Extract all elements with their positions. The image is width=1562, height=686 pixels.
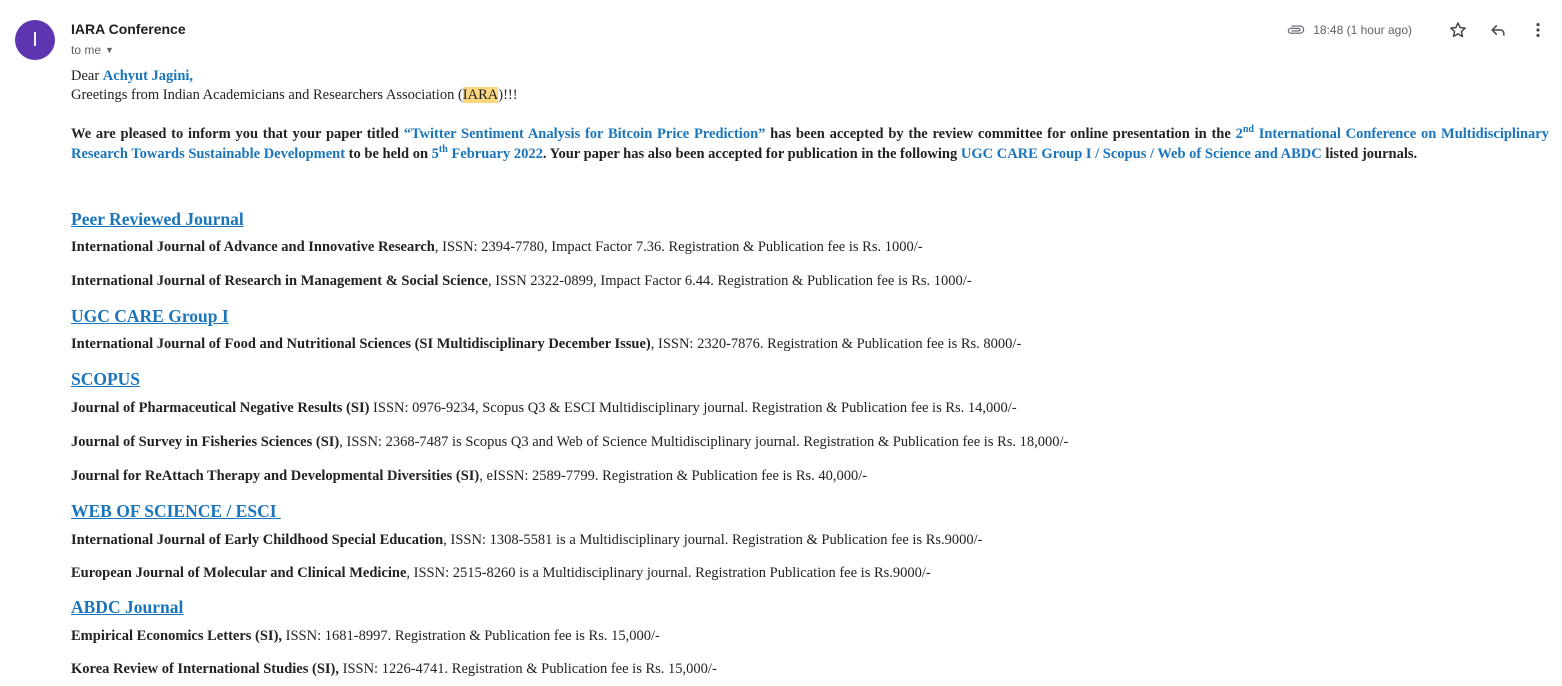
section-title-link[interactable]: WEB OF SCIENCE / ESCI: [71, 502, 281, 521]
section-ugc-care: UGC CARE Group I: [71, 307, 229, 326]
greeting-line-2: Greetings from Indian Academicians and R…: [71, 86, 1549, 105]
section-web-of-science: WEB OF SCIENCE / ESCI: [71, 502, 281, 521]
indexing-groups: UGC CARE Group I / Scopus / Web of Scien…: [960, 146, 1322, 162]
journal-name: International Journal of Research in Man…: [71, 273, 488, 289]
journal-name: International Journal of Food and Nutrit…: [71, 336, 651, 352]
greeting-line: Dear Achyut Jagini,: [71, 67, 1549, 86]
journal-name: Empirical Economics Letters (SI),: [71, 628, 283, 644]
journal-item: International Journal of Food and Nutrit…: [71, 335, 1021, 354]
date-month-year: February 2022: [447, 146, 543, 162]
section-scopus: SCOPUS: [71, 370, 140, 389]
acceptance-text-4: . Your paper has also been accepted for …: [542, 146, 961, 162]
conference-ordinal: nd: [1242, 124, 1254, 135]
journal-item: Korea Review of International Studies (S…: [71, 660, 717, 679]
sender-avatar[interactable]: I: [15, 20, 55, 60]
journal-item: International Journal of Advance and Inn…: [71, 238, 923, 257]
chevron-down-icon: ▼: [105, 45, 114, 55]
reply-icon[interactable]: [1486, 18, 1510, 42]
journal-name: Journal for ReAttach Therapy and Develop…: [71, 468, 480, 484]
greeting-prefix: Dear: [71, 68, 103, 84]
journal-item: International Journal of Early Childhood…: [71, 531, 983, 550]
journal-details: , ISSN 2322-0899, Impact Factor 6.44. Re…: [487, 273, 972, 289]
acceptance-text-3: to be held on: [345, 146, 432, 162]
greeting2-prefix: Greetings from Indian Academicians and R…: [71, 87, 463, 103]
acceptance-paragraph: We are pleased to inform you that your p…: [71, 124, 1549, 164]
section-abdc: ABDC Journal: [71, 598, 183, 617]
journal-details: ISSN: 1681-8997. Registration & Publicat…: [282, 628, 660, 644]
star-icon[interactable]: [1446, 18, 1470, 42]
journal-name: European Journal of Molecular and Clinic…: [71, 565, 407, 581]
journal-details: , ISSN: 2320-7876. Registration & Public…: [650, 336, 1022, 352]
journal-name: Journal of Survey in Fisheries Sciences …: [71, 434, 340, 450]
journal-details: , ISSN: 2515-8260 is a Multidisciplinary…: [406, 565, 931, 581]
journal-details: , ISSN: 2368-7487 is Scopus Q3 and Web o…: [339, 434, 1069, 450]
acceptance-text-2: has been accepted by the review committe…: [765, 126, 1236, 142]
journal-item: International Journal of Research in Man…: [71, 272, 972, 291]
journal-item: Empirical Economics Letters (SI), ISSN: …: [71, 627, 660, 646]
journal-details: , eISSN: 2589-7799. Registration & Publi…: [479, 468, 868, 484]
paper-title: “Twitter Sentiment Analysis for Bitcoin …: [403, 126, 766, 142]
attachment-icon: [1287, 21, 1305, 39]
journal-name: International Journal of Early Childhood…: [71, 532, 444, 548]
acceptance-text-5: listed journals.: [1321, 146, 1418, 162]
more-vert-icon[interactable]: [1526, 18, 1550, 42]
section-title-link[interactable]: SCOPUS: [71, 370, 140, 389]
journal-details: ISSN: 1226-4741. Registration & Publicat…: [338, 661, 717, 677]
journal-item: Journal of Survey in Fisheries Sciences …: [71, 433, 1068, 452]
conference-number: 2: [1235, 126, 1243, 142]
avatar-letter: I: [32, 28, 38, 51]
greeting2-suffix: )!!!: [498, 87, 518, 103]
date-day: 5: [431, 146, 439, 162]
section-title-link[interactable]: UGC CARE Group I: [71, 307, 229, 326]
date-ordinal: th: [438, 144, 448, 155]
section-title-link[interactable]: ABDC Journal: [71, 598, 183, 617]
recipient-name: Achyut Jagini,: [102, 68, 194, 84]
journal-details: ISSN: 0976-9234, Scopus Q3 & ESCI Multid…: [369, 400, 1017, 416]
email-body: Dear Achyut Jagini, Greetings from India…: [71, 67, 1549, 677]
journal-item: European Journal of Molecular and Clinic…: [71, 564, 931, 583]
journal-name: International Journal of Advance and Inn…: [71, 239, 435, 255]
recipient-label: to me: [71, 43, 102, 57]
section-peer-reviewed: Peer Reviewed Journal: [71, 210, 244, 229]
section-title-link[interactable]: Peer Reviewed Journal: [71, 210, 244, 229]
conference-date: 5th February 2022: [431, 144, 543, 163]
recipient-details-toggle[interactable]: to me ▼: [71, 43, 114, 57]
journal-name: Journal of Pharmaceutical Negative Resul…: [71, 400, 370, 416]
received-time: 18:48 (1 hour ago): [1313, 23, 1412, 37]
iara-highlight: IARA: [462, 87, 499, 103]
journal-item: Journal of Pharmaceutical Negative Resul…: [71, 399, 1017, 418]
journal-item: Journal for ReAttach Therapy and Develop…: [71, 467, 867, 486]
acceptance-text-1: We are pleased to inform you that your p…: [71, 126, 404, 142]
journal-name: Korea Review of International Studies (S…: [71, 661, 339, 677]
journal-details: , ISSN: 2394-7780, Impact Factor 7.36. R…: [434, 239, 923, 255]
message-actions: 18:48 (1 hour ago): [1287, 18, 1550, 42]
sender-name[interactable]: IARA Conference: [71, 21, 186, 37]
journal-details: , ISSN: 1308-5581 is a Multidisciplinary…: [443, 532, 983, 548]
